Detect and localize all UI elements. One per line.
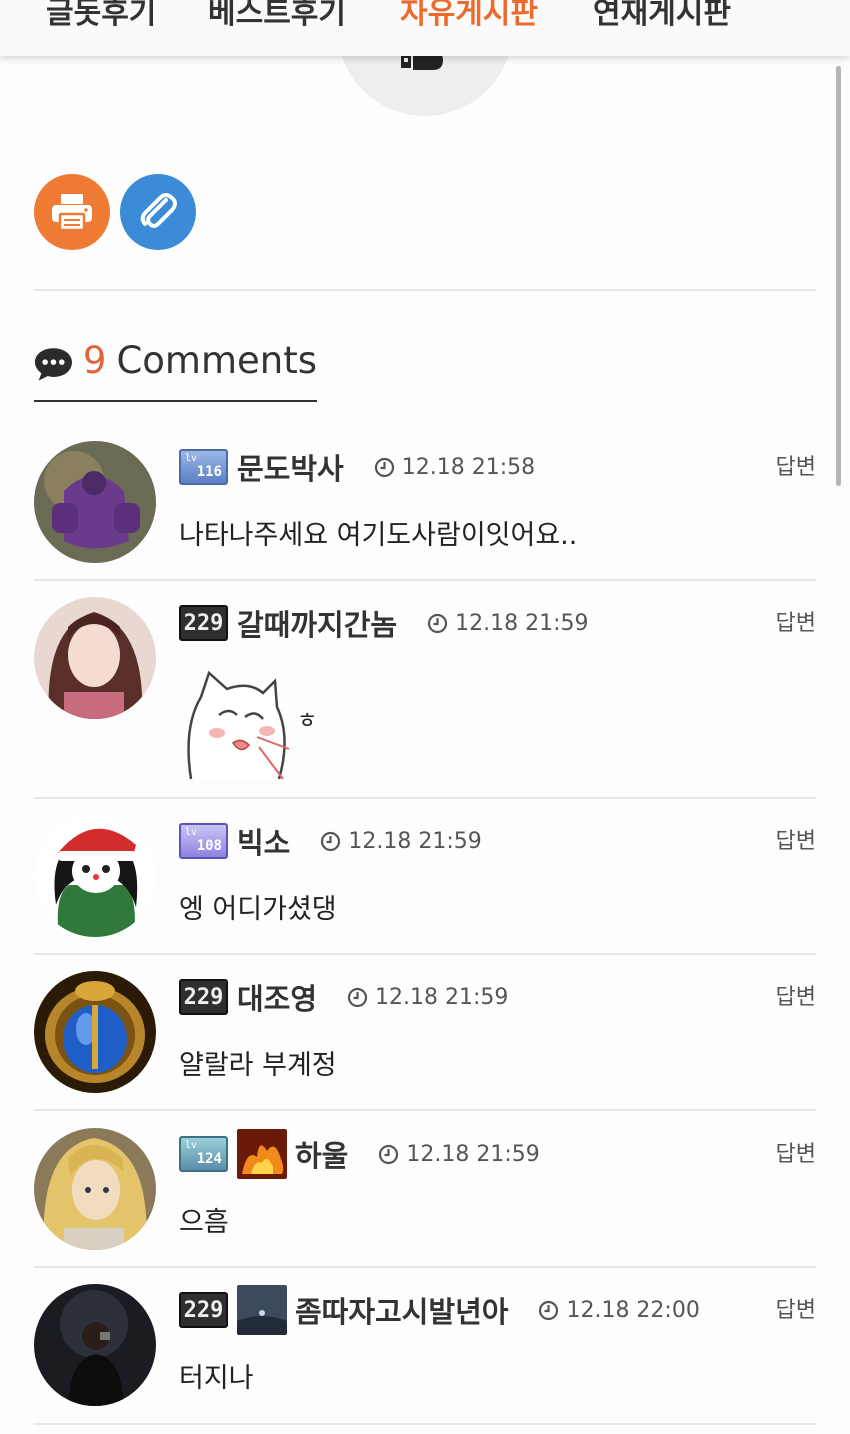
paperclip-icon xyxy=(140,193,177,228)
print-icon xyxy=(52,194,92,232)
comment-text: 으흠 xyxy=(179,1207,229,1238)
level-badge: 229 xyxy=(179,605,228,641)
comment-meta: lv 124 하울 12.18 21:59 xyxy=(179,1129,540,1179)
comment-time: 12.18 21:59 xyxy=(455,610,589,636)
comment-meta: lv 116 문도박사 12.18 21:58 xyxy=(179,446,535,488)
comment-count: 9 xyxy=(82,339,107,382)
comment-item: lv 124 하울 12.18 21:59 답변 으흠 xyxy=(34,1128,816,1268)
clock-icon xyxy=(379,1144,399,1164)
avatar[interactable] xyxy=(34,971,156,1093)
comment-item: 229 갈때까지간놈 12.18 21:59 답변 ㅎ xyxy=(34,597,816,797)
print-button[interactable] xyxy=(34,174,110,250)
nickname[interactable]: 갈때까지간놈 xyxy=(237,602,397,644)
comment-time: 12.18 22:00 xyxy=(566,1297,700,1323)
comment-divider xyxy=(34,1109,816,1111)
nav-item-best-review[interactable]: 베스트후기 xyxy=(208,0,346,32)
avatar[interactable] xyxy=(34,441,156,563)
nav-item-free-board[interactable]: 자유게시판 xyxy=(400,0,538,32)
comments-label: Comments xyxy=(116,339,317,382)
comment-text: 엥 어디가셨댕 xyxy=(179,894,337,925)
comment-text: ㅎ xyxy=(297,709,318,734)
comment-divider xyxy=(34,953,816,955)
avatar[interactable] xyxy=(34,1128,156,1250)
nav-item-serial-board[interactable]: 연재게시판 xyxy=(593,0,731,32)
nickname[interactable]: 하울 xyxy=(295,1133,348,1175)
clock-icon xyxy=(374,457,394,477)
cat-sticker-icon xyxy=(187,670,290,780)
clock-icon xyxy=(347,987,368,1007)
nickname[interactable]: 문도박사 xyxy=(237,446,344,488)
comment-time: 12.18 21:59 xyxy=(348,828,482,854)
comment-meta: 229 갈때까지간놈 12.18 21:59 xyxy=(179,602,588,644)
comment-item: 229 대조영 12.18 21:59 답변 얄랄라 부계정 xyxy=(34,971,816,1111)
reply-button[interactable]: 답변 xyxy=(776,449,816,481)
top-navigation: 글돗후기 베스트후기 자유게시판 연재게시판 xyxy=(0,0,850,56)
nickname[interactable]: 좀따자고시발년아 xyxy=(295,1289,508,1331)
nickname[interactable]: 대조영 xyxy=(237,976,317,1018)
reply-button[interactable]: 답변 xyxy=(776,605,816,637)
comment-time: 12.18 21:58 xyxy=(401,454,536,480)
comment-time: 12.18 21:59 xyxy=(406,1141,540,1167)
comment-time: 12.18 21:59 xyxy=(375,984,509,1010)
avatar[interactable] xyxy=(34,815,156,937)
reply-button[interactable]: 답변 xyxy=(776,1136,816,1168)
level-badge: lv 116 xyxy=(179,449,228,485)
comment-divider xyxy=(34,579,816,581)
clock-icon xyxy=(321,831,341,851)
attach-button[interactable] xyxy=(120,174,196,250)
comment-item: lv 116 문도박사 12.18 21:58 답변 나타나주세요 여기도사람이잇… xyxy=(34,441,816,581)
comment-item: lv 108 빅소 12.18 21:59 답변 엥 어디가셨댕 xyxy=(34,815,816,955)
comment-text: 터지나 xyxy=(179,1363,254,1394)
comment-text: 얄랄라 부계정 xyxy=(179,1050,337,1081)
comment-item: 229 좀따자고시발년아 12.18 22:00 답변 터지나 xyxy=(34,1284,816,1424)
section-divider xyxy=(34,289,816,291)
reply-button[interactable]: 답변 xyxy=(776,979,816,1011)
avatar[interactable] xyxy=(34,597,156,719)
comment-divider xyxy=(34,797,816,799)
comment-meta: 229 대조영 12.18 21:59 xyxy=(179,976,508,1018)
level-badge: lv 108 xyxy=(179,823,228,859)
comment-meta: lv 108 빅소 12.18 21:59 xyxy=(179,820,482,862)
level-badge: 229 xyxy=(179,1292,228,1328)
avatar[interactable] xyxy=(34,1284,156,1406)
reply-button[interactable]: 답변 xyxy=(776,1292,816,1324)
clock-icon xyxy=(427,613,448,633)
level-badge: lv 124 xyxy=(179,1136,228,1172)
comment-divider xyxy=(34,1266,816,1268)
reply-button[interactable]: 답변 xyxy=(776,823,816,855)
comment-text: 나타나주세요 여기도사람이잇어요.. xyxy=(179,520,578,551)
comment-divider xyxy=(34,1423,816,1425)
level-badge: 229 xyxy=(179,979,228,1015)
clock-icon xyxy=(539,1300,559,1320)
speech-bubble-icon xyxy=(34,348,72,381)
fire-castle-icon xyxy=(237,1129,287,1179)
comment-meta: 229 좀따자고시발년아 12.18 22:00 xyxy=(179,1285,700,1335)
nickname[interactable]: 빅소 xyxy=(237,820,290,862)
comments-header: 9 Comments xyxy=(34,338,317,402)
dark-sky-icon xyxy=(237,1285,287,1335)
scrollbar[interactable] xyxy=(836,66,841,486)
nav-item-review[interactable]: 글돗후기 xyxy=(46,0,156,32)
